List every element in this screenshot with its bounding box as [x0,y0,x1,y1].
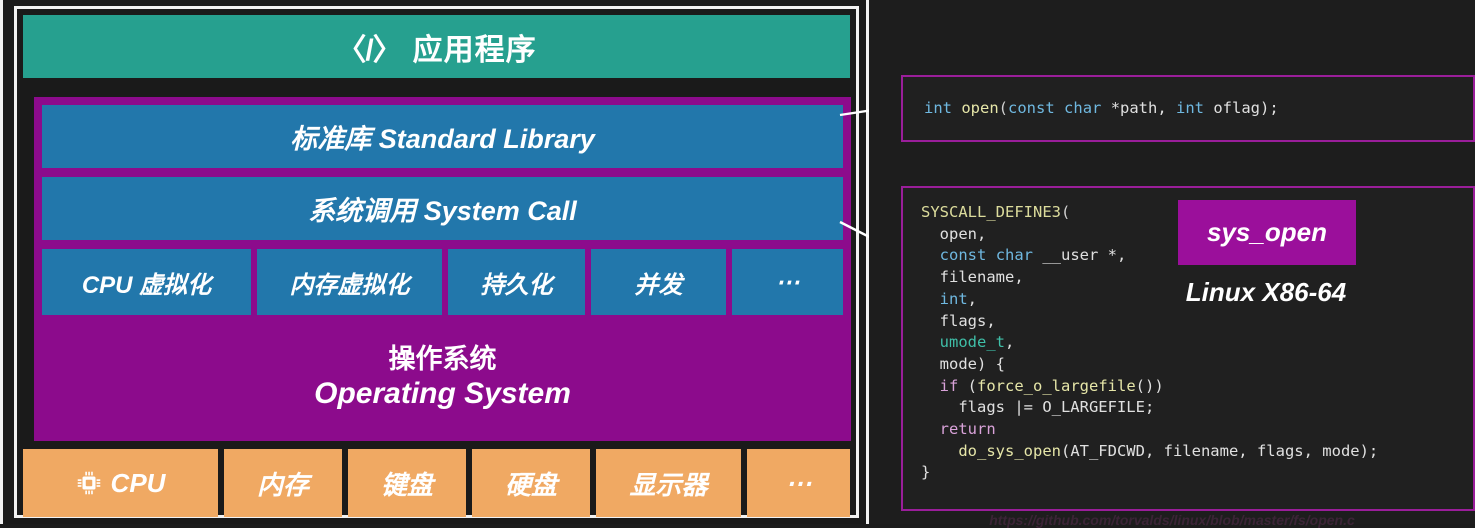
hardware-cell-disk[interactable]: 硬盘 [472,449,590,517]
layer-system-call[interactable]: 系统调用 System Call [42,177,843,240]
code-brackets-icon: 〈/〉 [336,33,402,67]
os-feature-cell[interactable]: 并发 [591,249,726,315]
sys-open-badge: sys_open [1178,200,1356,265]
hardware-cell-keyboard[interactable]: 键盘 [348,449,466,517]
code-token: if [939,376,959,395]
code-line: flags, [921,311,1473,333]
code-token: flags |= O_LARGEFILE; [921,398,1155,417]
code-token: SYSCALL_DEFINE3 [921,203,1061,221]
code-token: oflag); [1204,98,1279,117]
code-token: } [921,463,931,482]
code-token: *path, [1101,98,1177,117]
code-token: int [924,98,952,117]
layer-system-call-label: 系统调用 System Call [308,196,577,226]
code-card-syscall-source: SYSCALL_DEFINE3( open, const char __user… [901,186,1475,511]
hardware-label: 显示器 [629,469,708,500]
layer-operating-system-label: 操作系统 Operating System [42,323,843,433]
code-reference-panel: int open(const char *path, int oflag); S… [869,0,1475,524]
code-token: umode_t [939,333,1005,352]
hardware-label: 硬盘 [504,469,557,500]
hardware-label: 键盘 [380,469,433,500]
layer-application-label: 应用程序 [412,33,537,67]
os-feature-label: ⋯ [775,268,800,296]
os-feature-label: 内存虚拟化 [289,271,410,299]
code-token: ( [1060,203,1071,221]
code-line: if (force_o_largefile()) [921,376,1473,398]
layer-application[interactable]: 〈/〉 应用程序 [23,15,850,78]
os-feature-label: 并发 [634,271,683,299]
code-token: flags, [921,311,996,330]
hardware-cell-more[interactable]: ⋯ [747,449,850,517]
code-token: char [995,246,1034,265]
code-token: const [939,246,987,265]
code-card-open-prototype: int open(const char *path, int oflag); [901,75,1475,142]
hardware-cell-memory[interactable]: 内存 [224,449,342,517]
layer-standard-library[interactable]: 标准库 Standard Library [42,105,843,168]
arch-label: Linux X86-64 [1185,277,1347,307]
code-token: char [1064,98,1102,117]
os-feature-cell[interactable]: CPU 虚拟化 [42,249,251,315]
code-line: } [921,462,1473,484]
code-line: return [921,419,1473,441]
code-token: mode) { [921,354,1005,373]
code-token: ( [958,376,978,395]
hardware-cell-monitor[interactable]: 显示器 [596,449,741,517]
hardware-label: ⋯ [785,467,812,498]
os-feature-label: CPU 虚拟化 [81,271,212,299]
diagram-canvas: 〈/〉 应用程序 标准库 Standard Library 系统调用 Syste… [0,0,1475,528]
code-line-open-prototype: int open(const char *path, int oflag); [924,98,1279,120]
code-token: const [1008,98,1055,117]
hardware-row: CPU 内存 键盘 硬盘 显示器 ⋯ [23,449,850,517]
hardware-label: CPU [110,467,166,498]
microchip-icon [76,470,102,496]
os-feature-cell[interactable]: 内存虚拟化 [257,249,442,315]
os-label-zh: 操作系统 [388,344,497,375]
code-token: , [967,289,978,308]
code-token: __user *, [1033,246,1127,265]
code-token: (AT_FDCWD, filename, flags, mode); [1060,441,1379,460]
os-feature-cell-more[interactable]: ⋯ [732,249,843,315]
hardware-label: 内存 [256,469,309,500]
code-token: open, [921,224,987,243]
code-token: open [961,98,999,117]
os-architecture-frame: 〈/〉 应用程序 标准库 Standard Library 系统调用 Syste… [14,6,859,518]
code-line: flags |= O_LARGEFILE; [921,397,1473,419]
os-feature-cell[interactable]: 持久化 [448,249,585,315]
code-line: umode_t, [921,332,1473,354]
os-architecture-panel: 〈/〉 应用程序 标准库 Standard Library 系统调用 Syste… [0,0,869,524]
code-line: do_sys_open(AT_FDCWD, filename, flags, m… [921,441,1473,463]
code-token: return [939,420,996,439]
code-token: ()) [1135,376,1164,395]
code-token: , [1005,333,1015,352]
os-feature-label: 持久化 [480,271,553,299]
code-token: filename, [921,268,1024,287]
source-url[interactable]: https://github.com/torvalds/linux/blob/m… [869,512,1475,528]
code-token: force_o_largefile [977,376,1136,395]
code-token: ( [998,98,1009,117]
code-token: int [1176,98,1205,117]
hardware-cell-cpu[interactable]: CPU [23,449,218,517]
os-label-en: Operating System [314,377,571,411]
layer-standard-library-label: 标准库 Standard Library [290,124,595,154]
os-feature-row: CPU 虚拟化 内存虚拟化 持久化 并发 ⋯ [42,249,843,315]
code-token: do_sys_open [958,441,1061,460]
code-line: mode) { [921,354,1473,376]
layer-operating-system: 标准库 Standard Library 系统调用 System Call CP… [34,97,851,441]
code-token: int [939,289,968,308]
sys-open-badge-label: sys_open [1207,217,1327,247]
